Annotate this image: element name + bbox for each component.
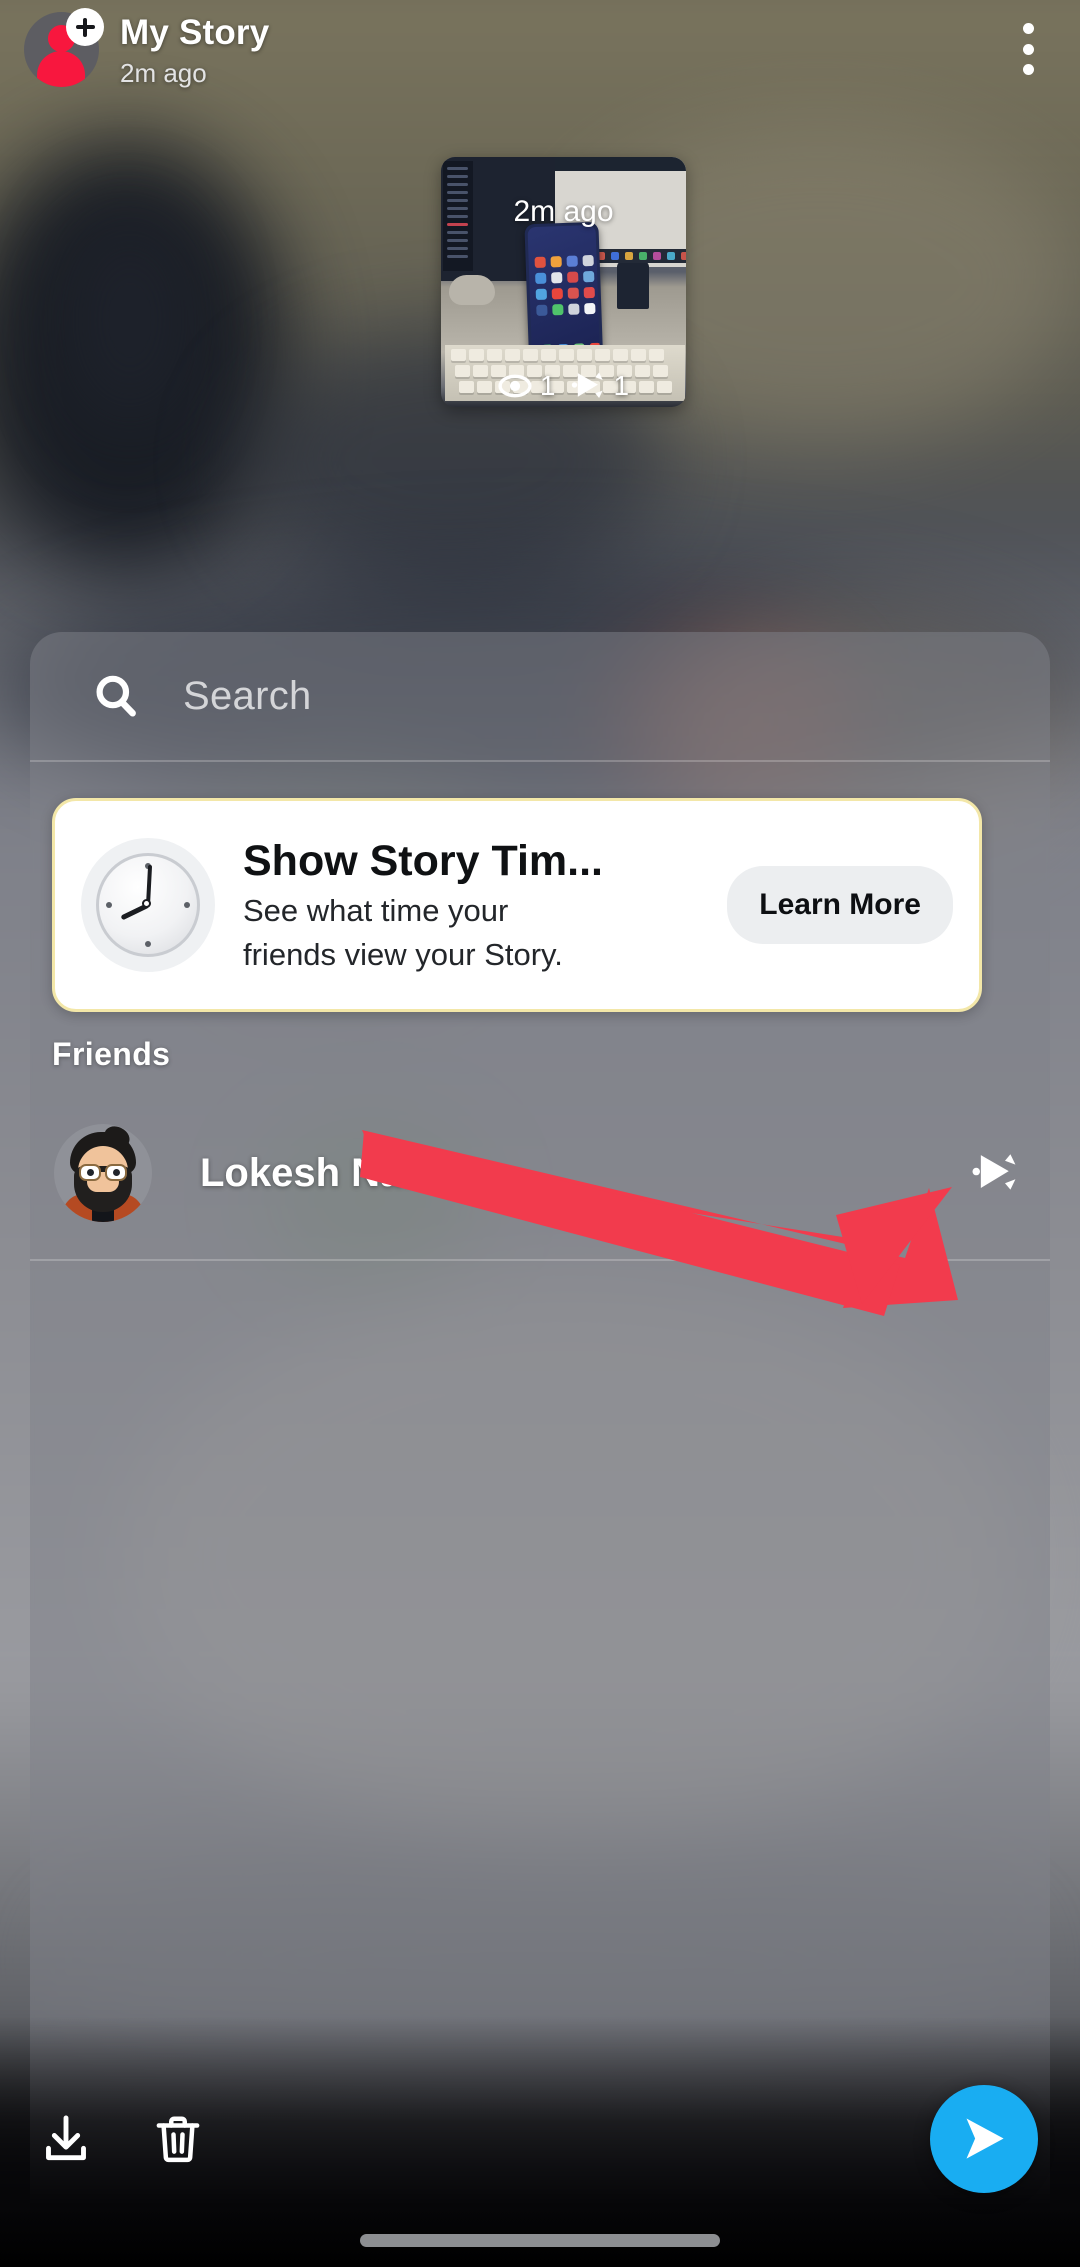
search-input[interactable]: Search [30,632,1050,760]
promo-description-line1: See what time your [243,893,509,928]
friends-section-header: Friends [52,1036,171,1072]
eye-icon [498,369,532,403]
bitmoji-avatar [54,1124,152,1222]
views-count: 1 [539,370,556,401]
story-stats: 1 1 [441,365,686,407]
story-timestamp: 2m ago [120,58,207,88]
search-placeholder: Search [183,673,312,718]
download-icon[interactable] [36,2109,96,2169]
promo-card[interactable]: Show Story Tim... See what time your fri… [52,798,982,1012]
page-title: My Story [120,13,270,52]
friend-name: Lokesh Naik [200,1150,436,1195]
promo-title: Show Story Tim... [243,837,603,885]
promo-description-line2: friends view your Story. [243,937,563,972]
search-icon [92,672,140,720]
story-overlay-timestamp: 2m ago [513,195,614,228]
send-button[interactable] [930,2085,1038,2193]
snapchat-screenshot-icon [570,368,606,404]
home-indicator [360,2234,720,2247]
divider [30,760,1050,762]
more-vertical-icon[interactable] [1006,18,1050,80]
friend-row-screenshot-icon[interactable] [968,1146,1022,1200]
snapchat-my-story-screen: My Story 2m ago 2m ago 1 1 Search Show S… [0,0,1080,2267]
divider [30,1259,1050,1261]
story-header: My Story 2m ago [0,0,1080,118]
add-to-story-plus-icon[interactable] [66,8,104,46]
friend-list-item[interactable]: Lokesh Naik [30,1087,1050,1259]
screenshots-count: 1 [613,370,630,401]
trash-icon[interactable] [148,2109,208,2169]
learn-more-button[interactable]: Learn More [727,866,953,944]
clock-icon [81,838,215,972]
bottom-toolbar [0,2017,1080,2267]
